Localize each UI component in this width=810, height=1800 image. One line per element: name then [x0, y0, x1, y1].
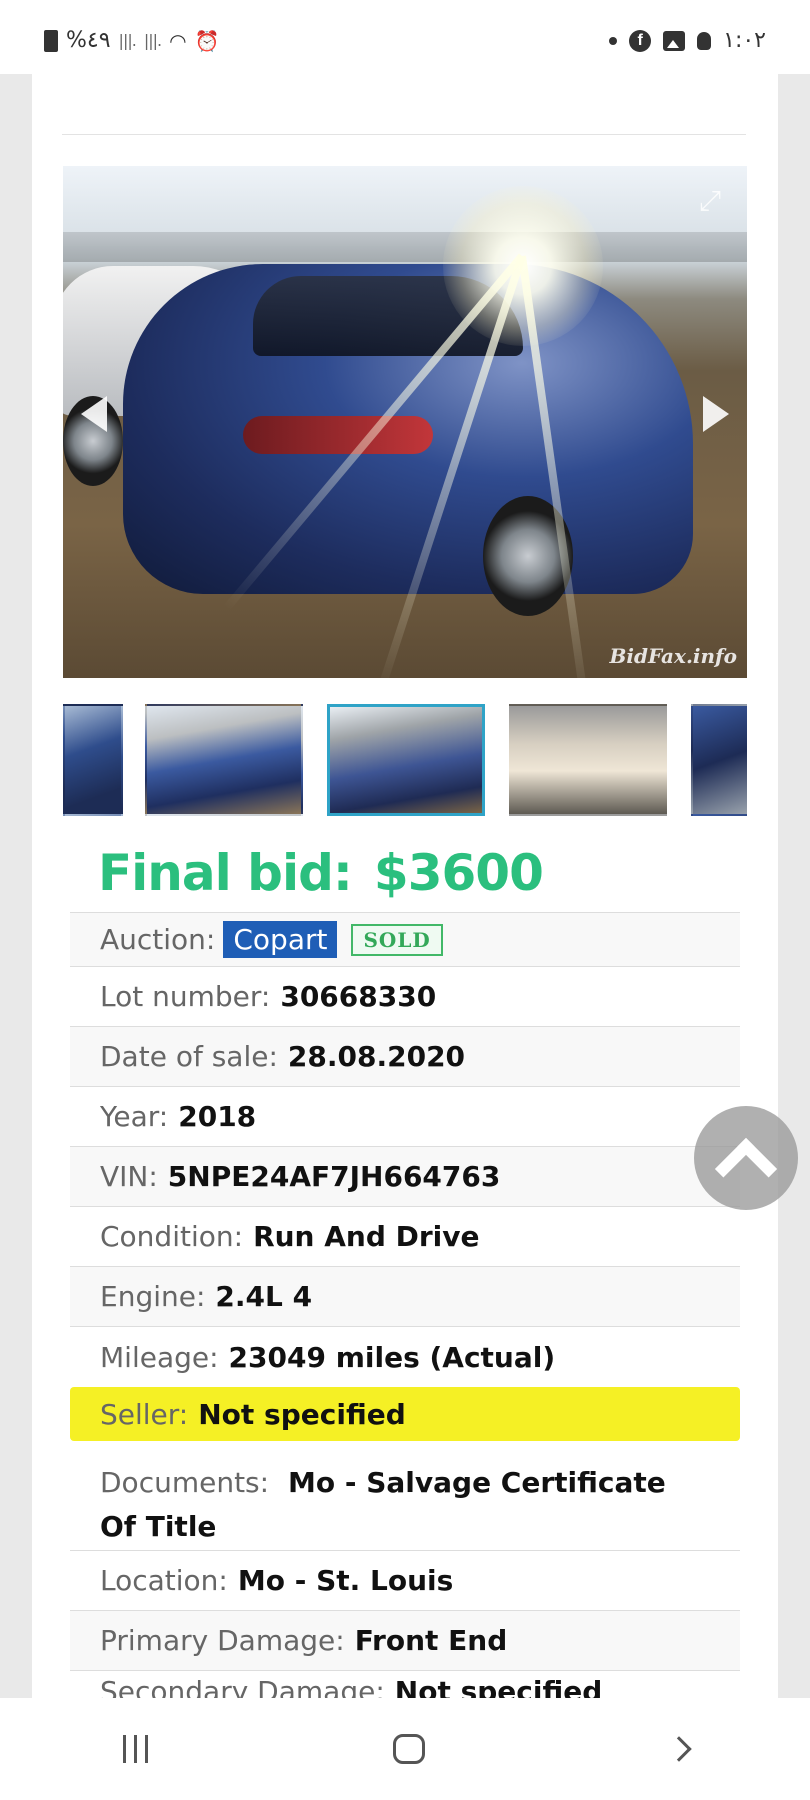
alarm-icon: ⏰ [194, 28, 220, 53]
thumbnail[interactable] [509, 704, 667, 816]
chevron-up-icon [714, 1137, 778, 1201]
row-lot-number: Lot number: 30668330 [70, 967, 740, 1027]
row-date-of-sale: Date of sale: 28.08.2020 [70, 1027, 740, 1087]
divider [62, 134, 746, 135]
mileage-label: Mileage: [100, 1340, 219, 1374]
condition-label: Condition: [100, 1220, 244, 1253]
primary-damage-value: Front End [354, 1624, 508, 1657]
row-mileage: Mileage: 23049 miles (Actual) [70, 1327, 740, 1387]
row-year: Year: 2018 [70, 1087, 740, 1147]
vin-value: 5NPE24AF7JH664763 [167, 1160, 501, 1193]
sold-badge: SOLD [351, 923, 443, 956]
row-secondary-damage: Secondary Damage: Not specified [70, 1671, 740, 1701]
wifi-icon: ◠ [169, 28, 187, 53]
auction-label: Auction: [100, 923, 216, 956]
battery-text: %٤٩ [66, 28, 111, 53]
row-vin: VIN: 5NPE24AF7JH664763 [70, 1147, 740, 1207]
next-photo-arrow-icon[interactable] [703, 396, 729, 432]
condition-value: Run And Drive [253, 1220, 480, 1253]
thumbnail[interactable] [145, 704, 303, 816]
home-icon[interactable] [392, 1734, 425, 1764]
row-documents: Documents: Mo - Salvage Certificate Of T… [70, 1447, 740, 1551]
recent-apps-icon[interactable] [122, 1735, 148, 1763]
prev-photo-arrow-icon[interactable] [81, 396, 107, 432]
photo-fence [63, 232, 747, 262]
engine-label: Engine: [100, 1280, 206, 1313]
row-auction: Auction: Copart SOLD [70, 913, 740, 967]
back-icon[interactable] [665, 1736, 692, 1762]
status-bar: %٤٩ |||. |||. ◠ ⏰ f ١:٠٢ [0, 0, 810, 74]
facebook-icon: f [629, 29, 652, 52]
details-table: Auction: Copart SOLD Lot number: 3066833… [70, 912, 740, 1701]
thumbnail-strip[interactable] [63, 702, 747, 818]
final-bid-label: Final bid: [98, 844, 353, 902]
final-bid-amount: $3600 [373, 844, 544, 902]
seller-label: Seller: [100, 1397, 189, 1431]
thumbnail-selected[interactable] [327, 704, 485, 816]
date-of-sale-label: Date of sale: [100, 1040, 278, 1073]
row-location: Location: Mo - St. Louis [70, 1551, 740, 1611]
screen: %٤٩ |||. |||. ◠ ⏰ f ١:٠٢ ⤢ BidFax.info F… [0, 0, 810, 1800]
vin-label: VIN: [100, 1160, 158, 1193]
system-nav-bar [0, 1698, 810, 1800]
content-card: ⤢ BidFax.info Final bid: $3600 Auction: C… [32, 74, 778, 1701]
status-left: %٤٩ |||. |||. ◠ ⏰ [44, 28, 219, 53]
expand-icon[interactable]: ⤢ [695, 186, 725, 216]
lot-number-label: Lot number: [100, 980, 271, 1013]
clock: ١:٠٢ [723, 28, 766, 53]
final-bid: Final bid: $3600 [98, 844, 544, 902]
primary-damage-label: Primary Damage: [100, 1624, 345, 1657]
year-label: Year: [100, 1100, 169, 1133]
status-right: f ١:٠٢ [609, 28, 766, 53]
documents-label: Documents: [100, 1466, 270, 1499]
thumbnail[interactable] [63, 704, 123, 816]
row-primary-damage: Primary Damage: Front End [70, 1611, 740, 1671]
bulb-icon [697, 31, 712, 50]
year-value: 2018 [178, 1100, 257, 1133]
dot-icon [609, 36, 618, 45]
thumbnail[interactable] [691, 704, 747, 816]
row-seller: Seller: Not specified [70, 1387, 740, 1441]
gallery-icon [663, 30, 686, 51]
engine-value: 2.4L 4 [215, 1280, 313, 1313]
row-condition: Condition: Run And Drive [70, 1207, 740, 1267]
auction-copart-badge[interactable]: Copart [223, 921, 338, 958]
row-engine: Engine: 2.4L 4 [70, 1267, 740, 1327]
watermark: BidFax.info [609, 644, 737, 668]
battery-icon [44, 29, 58, 52]
location-label: Location: [100, 1564, 228, 1597]
location-value: Mo - St. Louis [237, 1564, 454, 1597]
main-photo[interactable]: ⤢ BidFax.info [63, 166, 747, 678]
documents-text: Documents: Mo - Salvage Certificate Of T… [100, 1461, 710, 1549]
lot-number-value: 30668330 [280, 980, 437, 1013]
mileage-value: 23049 miles (Actual) [228, 1340, 556, 1374]
scroll-to-top-button[interactable] [694, 1106, 798, 1210]
photo-taillight [243, 416, 433, 454]
signal-icon: |||. [143, 31, 162, 50]
date-of-sale-value: 28.08.2020 [287, 1040, 466, 1073]
signal-icon: |||. [118, 31, 137, 50]
seller-value: Not specified [198, 1397, 406, 1431]
